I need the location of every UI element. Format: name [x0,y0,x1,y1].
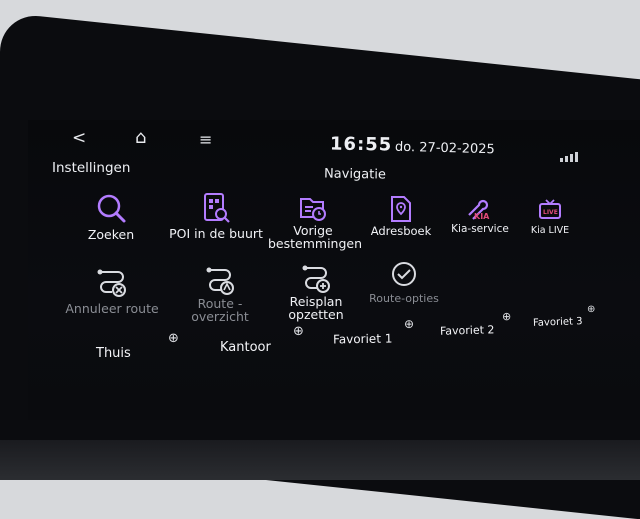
tile-label: Kia-service [451,223,509,235]
tile-label: Zoeken [87,227,135,242]
tile-label: Annuleer route [65,301,159,316]
route-options-icon [392,262,416,286]
plan-trip-icon [302,265,330,293]
home-icon[interactable]: ⌂ [135,127,146,148]
svg-text:LIVE: LIVE [543,209,558,216]
kia-service-icon: KIA [468,199,490,221]
tile-label: Route-opties [369,292,439,305]
route-overview-icon [206,267,234,295]
kia-live-icon: LIVE [539,199,561,219]
tile-annuleer-route[interactable]: Annuleer route [56,266,168,315]
tile-kia-service[interactable]: KIA Kia-service [448,197,512,236]
tile-route-overzicht[interactable]: Route -overzicht [180,264,260,323]
back-icon[interactable]: < [72,128,86,148]
add-favorite-icon[interactable]: ⊕ [502,310,511,323]
add-favorite-icon[interactable]: ⊕ [587,304,595,315]
tile-label: Kia LIVE [530,225,570,236]
tile-zoeken[interactable]: Zoeken [80,192,142,241]
poi-icon [204,193,230,223]
tile-kia-live[interactable]: LIVE Kia LIVE [522,198,578,237]
tile-label: Route -overzicht [191,296,249,324]
address-book-icon [391,196,411,222]
clock-time: 16:55 [329,133,393,156]
favorite-1[interactable]: Favoriet 1 [333,331,393,346]
tile-route-opties[interactable]: Route-opties [366,260,442,305]
history-folder-icon [300,198,326,221]
favorite-kantoor[interactable]: Kantoor [220,340,271,355]
add-favorite-icon[interactable]: ⊕ [404,317,414,331]
tile-reisplan-opzetten[interactable]: Reisplan opzetten [280,262,352,321]
tile-label: POI in de buurt [169,226,263,241]
status-date: do. 27-02-2025 [394,139,495,158]
navigation-menu-screen: < ⌂ ≡ 16:55 do. 27-02-2025 Instellingen … [0,0,640,480]
page-title: Navigatie [323,166,387,183]
add-favorite-icon[interactable]: ⊕ [293,324,304,339]
signal-icon [560,152,578,162]
favorite-2[interactable]: Favoriet 2 [440,323,495,337]
menu-icon[interactable]: ≡ [199,130,212,149]
tile-label: Adresboek [370,224,432,238]
tile-label: Vorige bestemmingen [268,223,363,251]
tile-vorige-bestemmingen[interactable]: Vorige bestemmingen [268,194,363,251]
svg-text:KIA: KIA [474,212,490,221]
search-icon [97,194,126,223]
favorite-thuis[interactable]: Thuis [96,346,131,361]
add-favorite-icon[interactable]: ⊕ [168,331,179,346]
settings-link[interactable]: Instellingen [52,160,130,176]
cancel-route-icon [97,269,126,297]
favorite-3[interactable]: Favoriet 3 [533,316,583,329]
tile-adresboek[interactable]: Adresboek [368,195,434,238]
tile-label: Reisplan opzetten [288,294,344,322]
tile-poi[interactable]: POI in de buurt [166,192,266,240]
status-icons [560,148,586,167]
